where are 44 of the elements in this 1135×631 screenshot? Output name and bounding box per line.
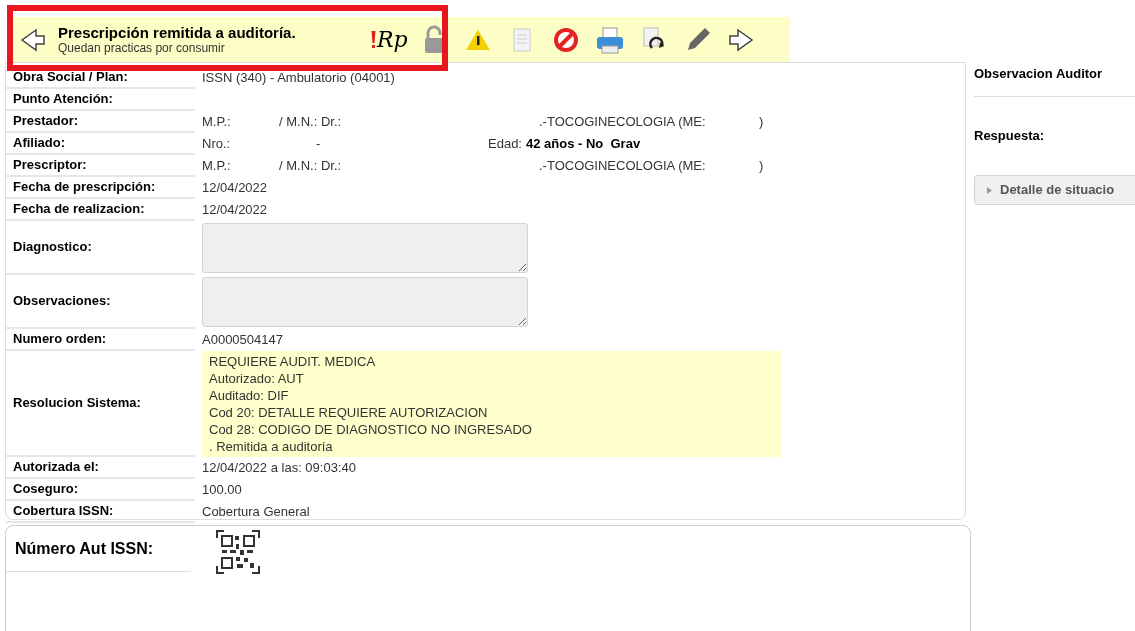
qr-code-icon — [216, 530, 260, 574]
field-label: Diagnostico: — [13, 238, 92, 257]
status-subtitle: Quedan practicas por consumir — [58, 42, 226, 55]
field-label: Prestador: — [13, 112, 79, 131]
footer-label: Número Aut ISSN: — [15, 538, 154, 559]
field-value: .-TOCOGINECOLOGIA (ME: — [539, 113, 707, 132]
field-value: .-TOCOGINECOLOGIA (ME: — [539, 157, 707, 176]
status-title: Prescripción remitida a auditoría. — [58, 24, 297, 42]
field-label: Autorizada el: — [13, 458, 99, 477]
field-label: Observaciones: — [13, 292, 111, 311]
caret-icon — [987, 186, 992, 194]
detail-accordion[interactable]: Detalle de situacio — [974, 175, 1135, 205]
field-label: Cobertura ISSN: — [13, 502, 114, 521]
field-value: ) — [759, 113, 764, 132]
field-value: Edad: — [488, 135, 522, 154]
field-value: 12/04/2022 — [202, 201, 268, 220]
field-value: - — [316, 135, 322, 154]
field-value: / M.N.: Dr.: — [279, 157, 343, 176]
field-value: 12/04/2022 — [202, 179, 268, 198]
field-value: ISSN (340) - Ambulatorio (04001) — [202, 69, 395, 88]
exclamation-icon — [371, 30, 376, 49]
field-label: Resolucion Sistema: — [13, 394, 141, 413]
field-value: A0000504147 — [202, 331, 283, 350]
field-value: M.P.: — [202, 113, 232, 132]
field-value: Cobertura General — [202, 503, 310, 522]
resolution-note: REQUIERE AUDIT. MEDICA Autorizado: AUT Auditado: DIF Cod 20: DETALLE REQUIERE AUTORIZACION Cod 28: CODIGO DE DIAGNOSTICO NO INGRESADO . Remitida a auditoría — [202, 351, 782, 457]
field-label: Obra Social / Plan: — [13, 68, 128, 87]
field-value: 42 años - No Grav — [526, 135, 641, 154]
field-label: Punto Atención: — [13, 90, 113, 109]
field-label: Fecha de prescripción: — [13, 178, 156, 197]
field-label: Afiliado: — [13, 134, 65, 153]
rp-label[interactable]: Rp — [377, 23, 408, 56]
field-value: M.P.: — [202, 157, 232, 176]
observation-label: Observacion Auditor — [974, 65, 1103, 84]
field-value: 100.00 — [202, 481, 242, 500]
field-value: / M.N.: Dr.: — [279, 113, 343, 132]
field-value: 12/04/2022 a las: 09:03:40 — [202, 459, 356, 478]
field-value: Nro.: — [202, 135, 232, 154]
field-label: Numero orden: — [13, 330, 107, 349]
field-label: Prescriptor: — [13, 156, 87, 175]
field-value: ) — [759, 157, 764, 176]
field-label: Coseguro: — [13, 480, 78, 499]
answer-label: Respuesta: — [974, 127, 1045, 146]
field-label: Fecha de realizacion: — [13, 200, 145, 219]
